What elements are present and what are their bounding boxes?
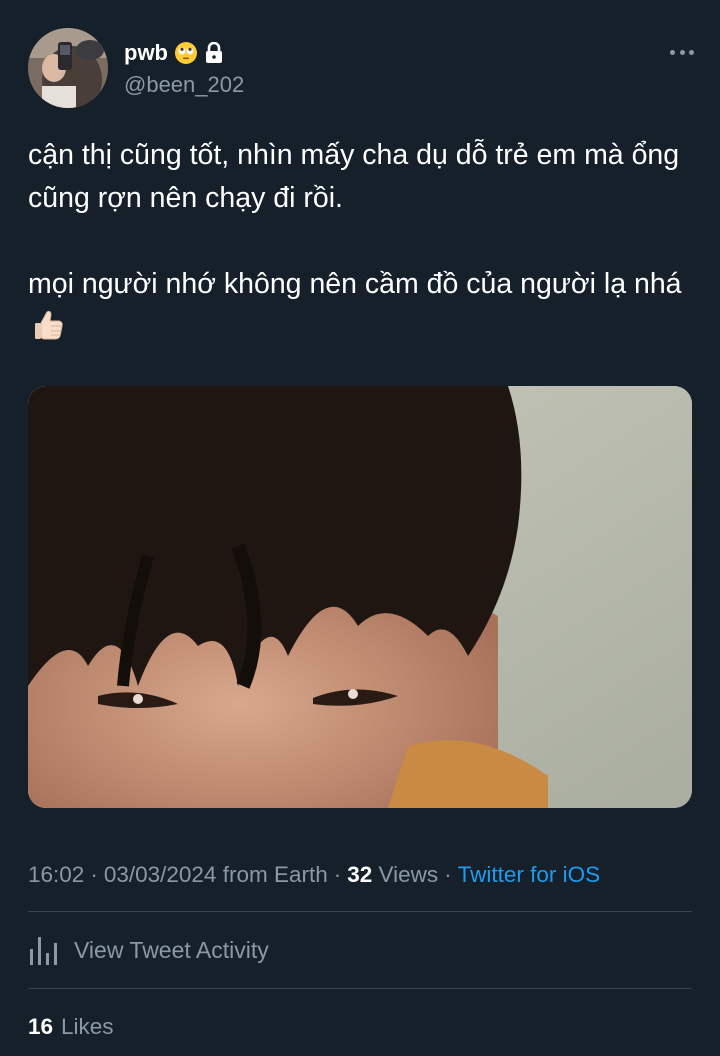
avatar[interactable] (28, 28, 108, 108)
view-tweet-activity-label: View Tweet Activity (74, 936, 269, 963)
divider (28, 911, 692, 912)
more-options-icon[interactable] (670, 44, 694, 60)
likes-label: Likes (61, 1014, 114, 1039)
rolling-eyes-face-emoji (175, 42, 197, 64)
thumbs-up-emoji (35, 310, 63, 340)
tweet-time: 16:02 (28, 862, 85, 887)
tweet-location: from Earth (222, 862, 328, 887)
tweet-date: 03/03/2024 (103, 862, 217, 887)
likes-count: 16 (28, 1014, 54, 1039)
views-count: 32 (347, 862, 373, 887)
bar-chart-icon (30, 937, 57, 965)
separator-dot: · (333, 862, 342, 887)
tweet-text: cận thị cũng tốt, nhìn mấy cha dụ dỗ trẻ… (28, 134, 698, 349)
author-name-row: pwb (124, 38, 224, 68)
lock-icon (206, 42, 222, 63)
divider (28, 988, 692, 989)
display-name[interactable]: pwb (124, 40, 168, 66)
likes-stat[interactable]: 16 Likes (28, 1010, 114, 1044)
views-label: Views (378, 862, 439, 887)
tweet-media-photo[interactable] (28, 386, 692, 808)
tweet-paragraph: cận thị cũng tốt, nhìn mấy cha dụ dỗ trẻ… (28, 139, 680, 214)
tweet-paragraph-text: mọi người nhớ không nên cầm đồ của người… (28, 268, 682, 300)
author-handle[interactable]: @been_202 (124, 72, 244, 98)
view-tweet-activity-button[interactable]: View Tweet Activity (28, 930, 269, 970)
separator-dot: · (444, 862, 452, 887)
tweet-detail: pwb @been_202 cận thị cũng tốt, nhìn mấy… (0, 0, 720, 1056)
tweet-paragraph: mọi người nhớ không nên cầm đồ của người… (28, 263, 698, 349)
tweet-client-link[interactable]: Twitter for iOS (458, 862, 601, 888)
separator-dot: · (90, 862, 98, 887)
avatar-image (28, 28, 108, 108)
photo-closeup-face (28, 386, 692, 808)
tweet-meta: 16:02 · 03/03/2024 from Earth · 32 Views… (28, 858, 600, 892)
